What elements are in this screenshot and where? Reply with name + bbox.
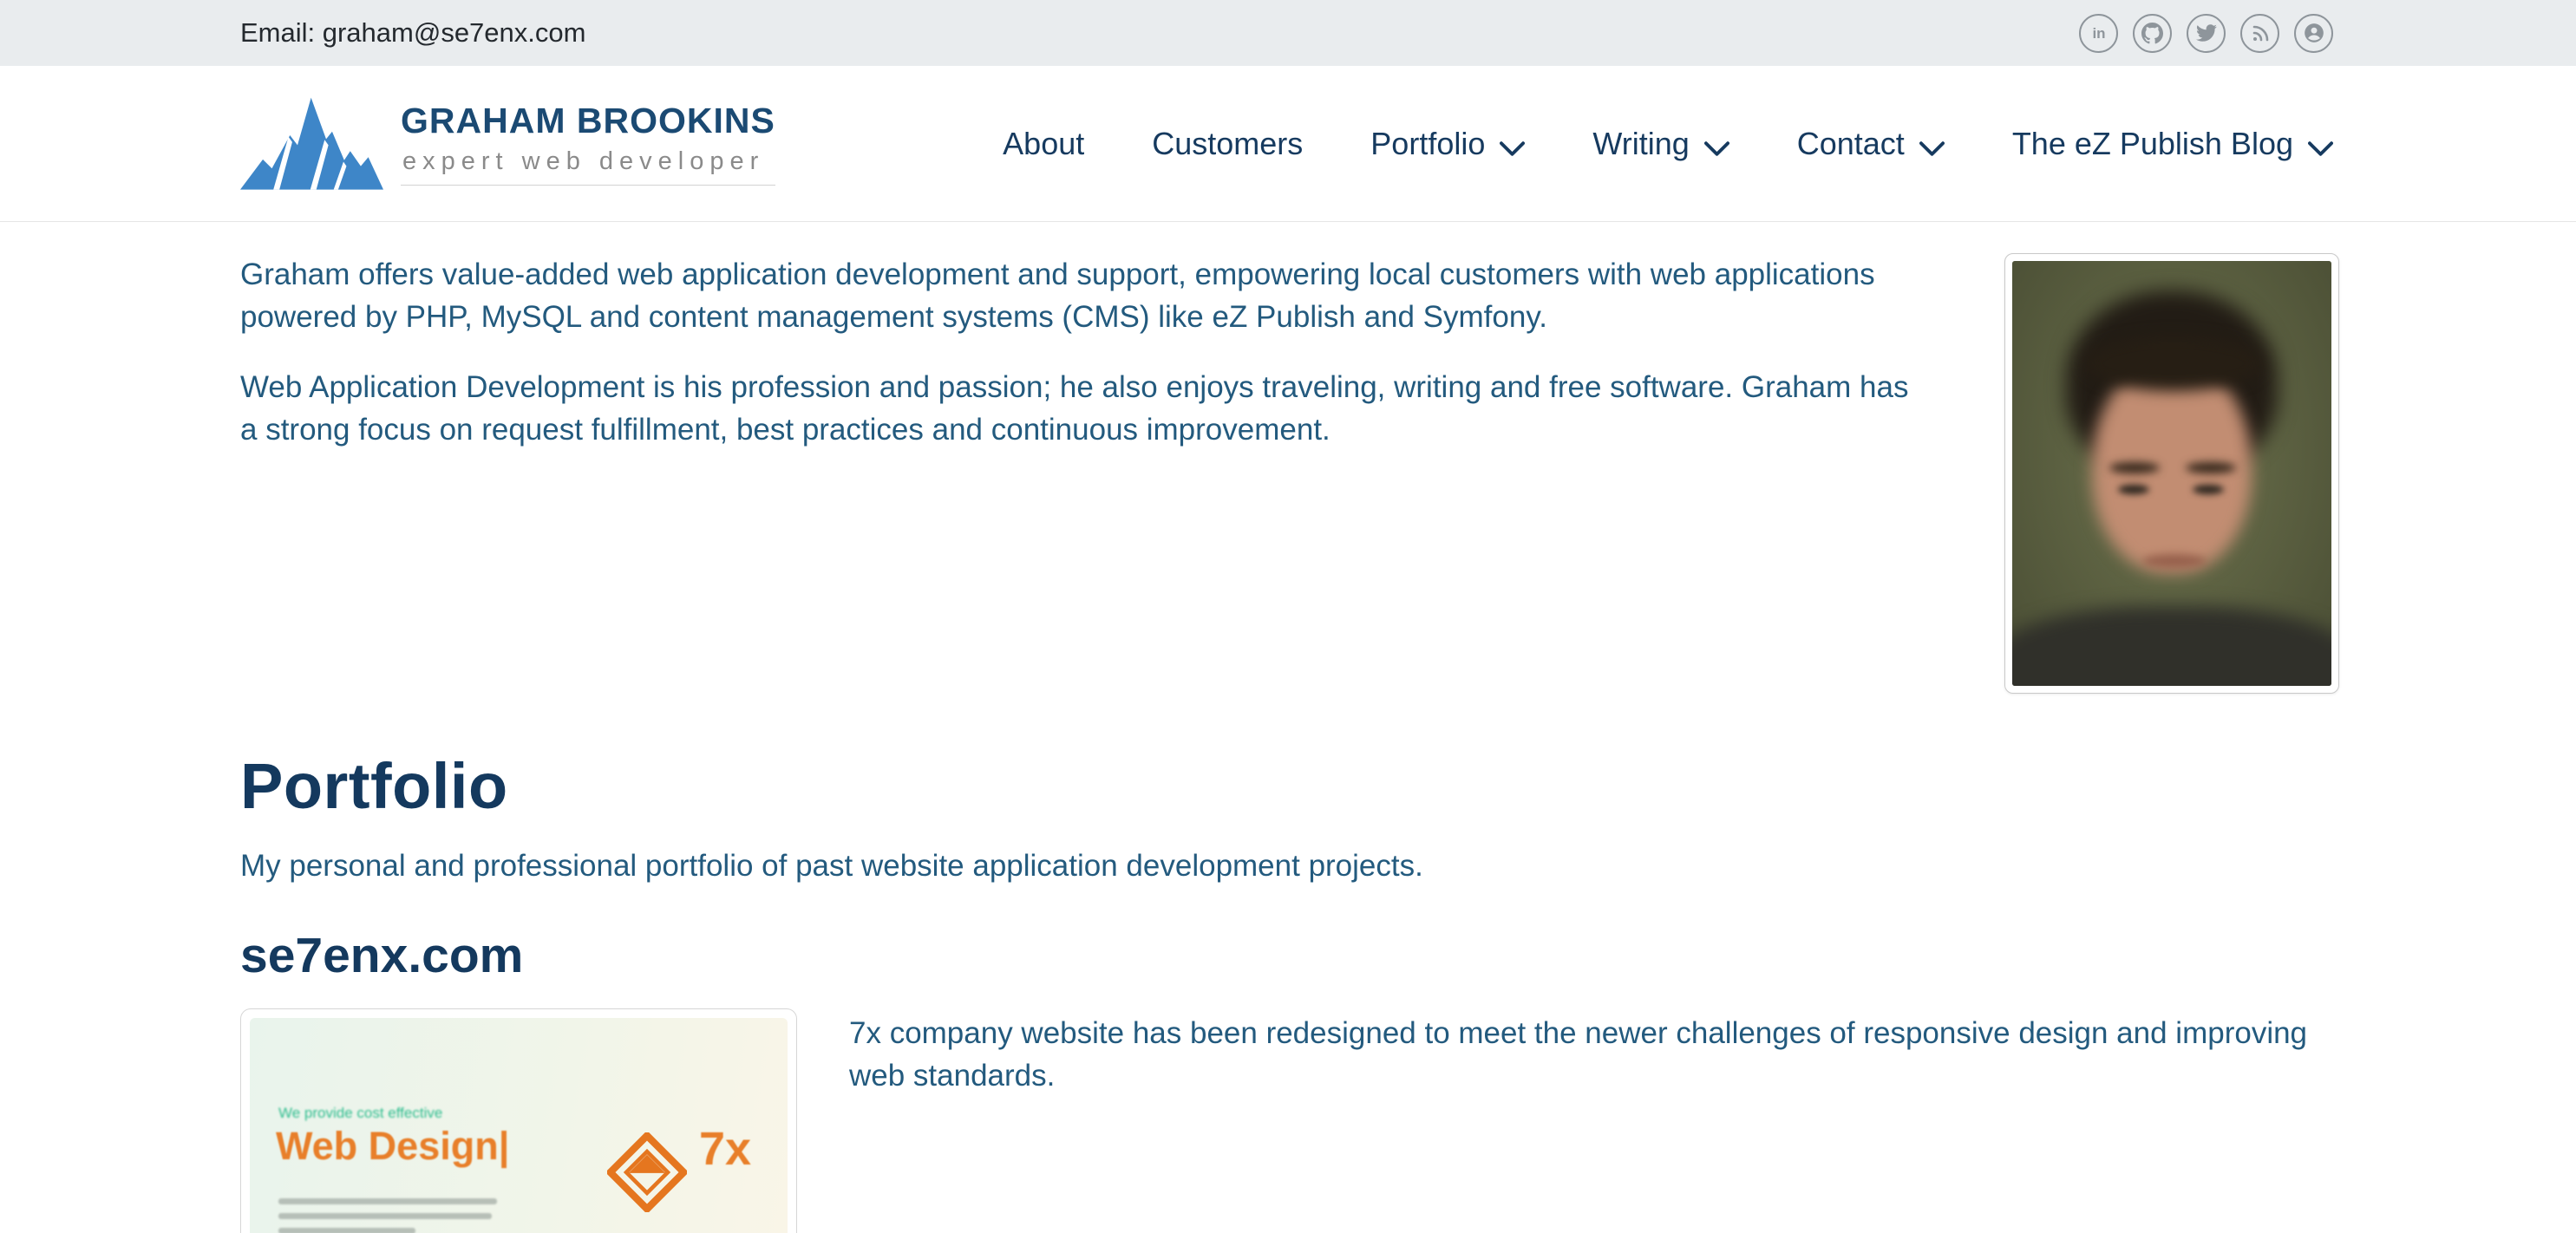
preview-eyebrow: We provide cost effective xyxy=(278,1105,442,1122)
chevron-down-icon xyxy=(2308,128,2333,165)
preview-text-line xyxy=(278,1198,497,1204)
brand-text: GRAHAM BROOKINS expert web developer xyxy=(401,101,775,186)
photo-eye xyxy=(2118,485,2149,494)
intro-text: Graham offers value-added web applicatio… xyxy=(240,253,1966,451)
nav-item-writing[interactable]: Writing xyxy=(1592,123,1729,165)
chevron-down-icon xyxy=(1919,128,1945,165)
mountain-icon xyxy=(240,93,383,194)
photo-eye xyxy=(2193,485,2224,494)
photo-fringe xyxy=(2085,336,2262,391)
brand-tagline: expert web developer xyxy=(401,140,775,186)
nav-item-contact[interactable]: Contact xyxy=(1797,123,1945,165)
nav-label: About xyxy=(1003,126,1084,162)
chevron-down-icon xyxy=(1704,128,1729,165)
user-icon[interactable] xyxy=(2294,14,2333,53)
website-preview: We provide cost effective Web Design| Re… xyxy=(250,1018,788,1233)
portfolio-heading: Portfolio xyxy=(240,749,2339,823)
project-row: We provide cost effective Web Design| Re… xyxy=(240,1008,2339,1233)
sevenx-logo-text: 7x xyxy=(699,1122,751,1176)
svg-text:in: in xyxy=(2092,25,2105,42)
github-icon[interactable] xyxy=(2133,14,2172,53)
portfolio-subtitle: My personal and professional portfolio o… xyxy=(240,849,2339,884)
photo-mouth xyxy=(2142,554,2207,568)
project-heading: se7enx.com xyxy=(240,927,2339,984)
main-nav: About Customers Portfolio Writing Contac… xyxy=(1003,123,2333,165)
intro-section: Graham offers value-added web applicatio… xyxy=(240,253,2339,694)
brand-logo[interactable]: GRAHAM BROOKINS expert web developer xyxy=(240,93,775,194)
nav-label: The eZ Publish Blog xyxy=(2012,126,2293,162)
brand-name: GRAHAM BROOKINS xyxy=(401,101,775,140)
site-header: GRAHAM BROOKINS expert web developer Abo… xyxy=(0,66,2576,222)
page: Email: graham@se7enx.com in xyxy=(0,0,2576,1233)
preview-text-line xyxy=(278,1213,492,1219)
sevenx-logo-icon xyxy=(607,1132,687,1217)
portrait-photo xyxy=(2012,261,2331,686)
intro-paragraph-2: Web Application Development is his profe… xyxy=(240,366,1919,451)
nav-label: Writing xyxy=(1592,126,1689,162)
photo-brow xyxy=(2186,462,2236,473)
intro-paragraph-1: Graham offers value-added web applicatio… xyxy=(240,253,1919,338)
nav-label: Customers xyxy=(1152,126,1303,162)
project-thumbnail[interactable]: We provide cost effective Web Design| Re… xyxy=(240,1008,797,1233)
social-links: in xyxy=(2079,14,2333,53)
nav-item-customers[interactable]: Customers xyxy=(1152,126,1303,162)
project-description: 7x company website has been redesigned t… xyxy=(849,1008,2339,1097)
preview-heading: Web Design| xyxy=(276,1124,509,1169)
nav-item-about[interactable]: About xyxy=(1003,126,1084,162)
nav-label: Contact xyxy=(1797,126,1905,162)
preview-text-block xyxy=(278,1198,497,1233)
linkedin-icon[interactable]: in xyxy=(2079,14,2118,53)
rss-icon[interactable] xyxy=(2240,14,2279,53)
main-content: Graham offers value-added web applicatio… xyxy=(0,222,2576,1233)
preview-text-line xyxy=(278,1228,415,1233)
topbar: Email: graham@se7enx.com in xyxy=(0,0,2576,66)
chevron-down-icon xyxy=(1500,128,1525,165)
nav-item-ez-publish-blog[interactable]: The eZ Publish Blog xyxy=(2012,123,2333,165)
email-text: Email: graham@se7enx.com xyxy=(240,17,585,49)
nav-label: Portfolio xyxy=(1370,126,1485,162)
twitter-icon[interactable] xyxy=(2187,14,2226,53)
nav-item-portfolio[interactable]: Portfolio xyxy=(1370,123,1525,165)
photo-brow xyxy=(2109,462,2160,473)
photo-shirt xyxy=(2012,606,2331,686)
portrait-photo-frame xyxy=(2004,253,2339,694)
